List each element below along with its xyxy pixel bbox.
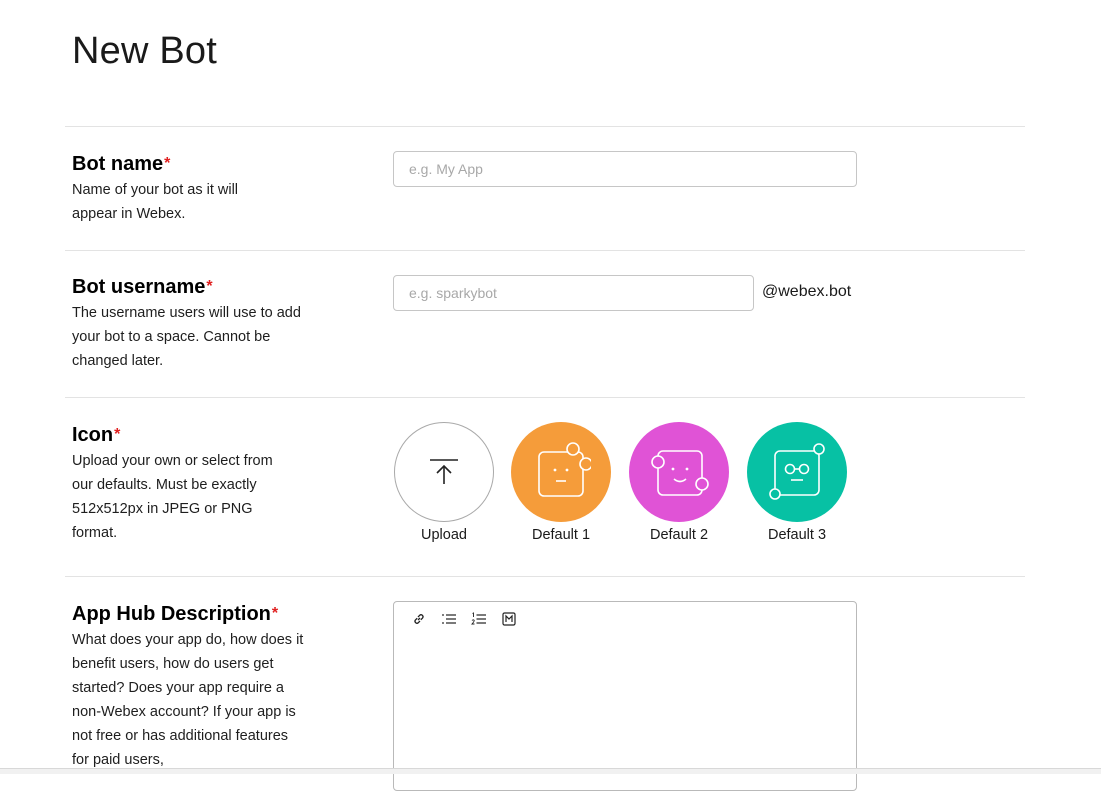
- required-mark: *: [164, 155, 171, 172]
- icon-option-label: Upload: [421, 527, 467, 543]
- bot-username-input[interactable]: [393, 275, 754, 311]
- default-1-circle[interactable]: [511, 422, 611, 522]
- icon-option-default-2[interactable]: Default 2: [628, 422, 730, 543]
- required-mark: *: [206, 278, 213, 295]
- required-mark: *: [114, 426, 121, 443]
- window-bottom-edge: [0, 768, 1101, 774]
- icon-description: Upload your own or select from our defau…: [72, 453, 273, 541]
- icon-option-label: Default 1: [531, 527, 591, 543]
- divider: [65, 250, 1025, 251]
- icon-option-label: Default 2: [649, 527, 709, 543]
- editor-toolbar: [408, 608, 520, 630]
- bot-username-description: The username users will use to add your …: [72, 305, 301, 369]
- bulleted-list-button[interactable]: [438, 608, 460, 630]
- bot-username-title-text: Bot username: [72, 276, 206, 298]
- upload-circle[interactable]: [394, 422, 494, 522]
- bot-smile-icon: [651, 450, 709, 496]
- default-3-circle[interactable]: [747, 422, 847, 522]
- icon-option-default-3[interactable]: Default 3: [746, 422, 848, 543]
- numbered-list-button[interactable]: [468, 608, 490, 630]
- required-mark: *: [271, 605, 279, 622]
- icon-title-text: Icon: [72, 424, 114, 446]
- icon-option-upload[interactable]: Upload: [393, 422, 495, 543]
- upload-icon: [430, 459, 458, 484]
- link-button[interactable]: [408, 608, 430, 630]
- divider: [65, 397, 1025, 398]
- divider: [65, 576, 1025, 577]
- icon-title: Icon*: [72, 423, 312, 447]
- app-hub-description-text: What does your app do, how does it benef…: [72, 632, 304, 768]
- bulleted-list-icon: [442, 614, 456, 624]
- bot-name-input[interactable]: [393, 151, 857, 187]
- app-hub-description-title: App Hub Description*: [72, 602, 312, 626]
- markdown-button[interactable]: [498, 608, 520, 630]
- bot-username-label-block: Bot username* The username users will us…: [72, 275, 312, 373]
- divider: [65, 126, 1025, 127]
- username-domain-suffix: @webex.bot: [762, 283, 852, 300]
- icon-label-block: Icon* Upload your own or select from our…: [72, 423, 312, 545]
- markdown-icon: [502, 612, 516, 626]
- bot-name-title: Bot name*: [72, 152, 312, 176]
- app-hub-description-editor[interactable]: [393, 601, 857, 791]
- bot-glasses-icon: [769, 443, 825, 500]
- default-2-circle[interactable]: [629, 422, 729, 522]
- bot-name-label-block: Bot name* Name of your bot as it will ap…: [72, 152, 312, 226]
- icon-option-label: Default 3: [767, 527, 827, 543]
- numbered-list-icon: [471, 612, 486, 625]
- bot-name-title-text: Bot name: [72, 153, 164, 175]
- bot-name-description: Name of your bot as it will appear in We…: [72, 182, 239, 222]
- app-hub-description-label-block: App Hub Description* What does your app …: [72, 602, 312, 772]
- link-icon: [414, 614, 424, 624]
- bot-face-icon: [538, 442, 591, 497]
- app-hub-description-title-text: App Hub Description: [72, 603, 271, 625]
- page-title: New Bot: [72, 30, 218, 72]
- icon-option-default-1[interactable]: Default 1: [510, 422, 612, 543]
- bot-username-title: Bot username*: [72, 275, 312, 299]
